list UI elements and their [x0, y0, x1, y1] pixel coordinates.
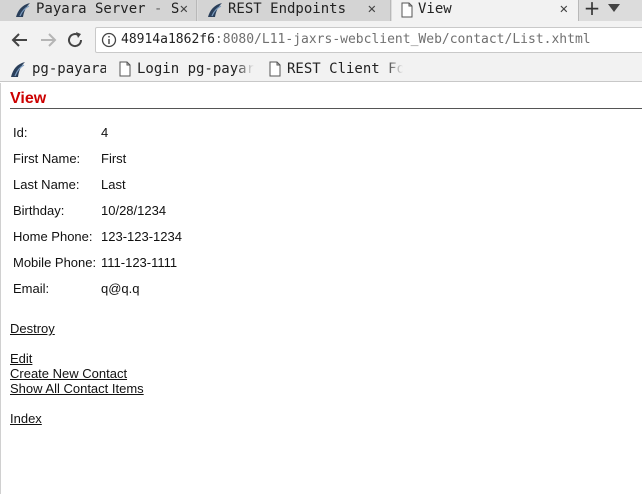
- document-icon: [119, 61, 131, 77]
- index-link[interactable]: Index: [10, 411, 42, 427]
- payara-fish-icon: [208, 3, 222, 17]
- forward-arrow-icon[interactable]: [37, 29, 59, 51]
- field-label: Email:: [13, 281, 50, 296]
- field-label: First Name:: [13, 151, 81, 166]
- field-label: Mobile Phone:: [13, 255, 97, 270]
- title-divider: [10, 108, 642, 109]
- field-value: 111-123-1111: [101, 255, 178, 270]
- url-path: :8080/L11-jaxrs-webclient_Web/contact/Li…: [214, 32, 591, 47]
- tab-label: REST Endpoints: [228, 1, 347, 17]
- address-bar[interactable]: 48914a1862f6:8080/L11-jaxrs-webclient_We…: [95, 27, 642, 53]
- tab-list-dropdown-icon[interactable]: [608, 4, 620, 12]
- url-host: 48914a1862f6: [121, 32, 215, 47]
- tab-view[interactable]: View ✕: [392, 0, 579, 21]
- field-value: q@q.q: [101, 281, 140, 296]
- payara-fish-icon: [16, 3, 30, 17]
- edit-link[interactable]: Edit: [10, 351, 32, 367]
- field-label: Birthday:: [13, 203, 65, 218]
- close-tab-icon[interactable]: ✕: [368, 0, 376, 18]
- info-icon[interactable]: [101, 32, 117, 48]
- show-all-contacts-link[interactable]: Show All Contact Items: [10, 381, 144, 397]
- field-value: Last: [101, 177, 126, 192]
- field-value: 123-123-1234: [101, 229, 182, 244]
- new-tab-button[interactable]: +: [580, 0, 604, 18]
- tab-strip: Payara Server - S ✕ REST Endpoints ✕ Vie…: [0, 0, 642, 21]
- bookmarks-bar: pg-payara Login pg-payara REST Client Fo…: [0, 57, 642, 82]
- bookmark-login-pg-payara[interactable]: Login pg-payara: [117, 59, 254, 79]
- navigation-toolbar: 48914a1862f6:8080/L11-jaxrs-webclient_We…: [0, 21, 642, 57]
- tab-label: View: [418, 1, 452, 17]
- back-arrow-icon[interactable]: [9, 29, 31, 51]
- close-tab-icon[interactable]: ✕: [180, 0, 188, 18]
- url-text: 48914a1862f6:8080/L11-jaxrs-webclient_We…: [121, 32, 591, 48]
- field-value: 4: [101, 125, 109, 140]
- tab-payara-server[interactable]: Payara Server - S ✕: [0, 0, 197, 21]
- field-value: First: [101, 151, 127, 166]
- page-title: View: [10, 90, 47, 107]
- tab-rest-endpoints[interactable]: REST Endpoints ✕: [198, 0, 391, 21]
- bookmark-pg-payara[interactable]: pg-payara: [10, 59, 106, 79]
- document-icon: [401, 2, 413, 18]
- reload-icon[interactable]: [64, 29, 86, 51]
- field-value: 10/28/1234: [101, 203, 167, 218]
- close-tab-icon[interactable]: ✕: [560, 0, 568, 18]
- bookmark-label: pg-payara: [32, 61, 106, 77]
- bookmark-rest-client[interactable]: REST Client For: [267, 59, 403, 79]
- field-label: Id:: [13, 125, 28, 140]
- field-label: Last Name:: [13, 177, 80, 192]
- field-label: Home Phone:: [13, 229, 93, 244]
- payara-fish-icon: [11, 62, 25, 77]
- create-new-contact-link[interactable]: Create New Contact: [10, 366, 127, 382]
- destroy-link[interactable]: Destroy: [10, 321, 55, 337]
- document-icon: [269, 61, 281, 77]
- page-content: View Id: 4 First Name: First Last Name: …: [0, 83, 642, 494]
